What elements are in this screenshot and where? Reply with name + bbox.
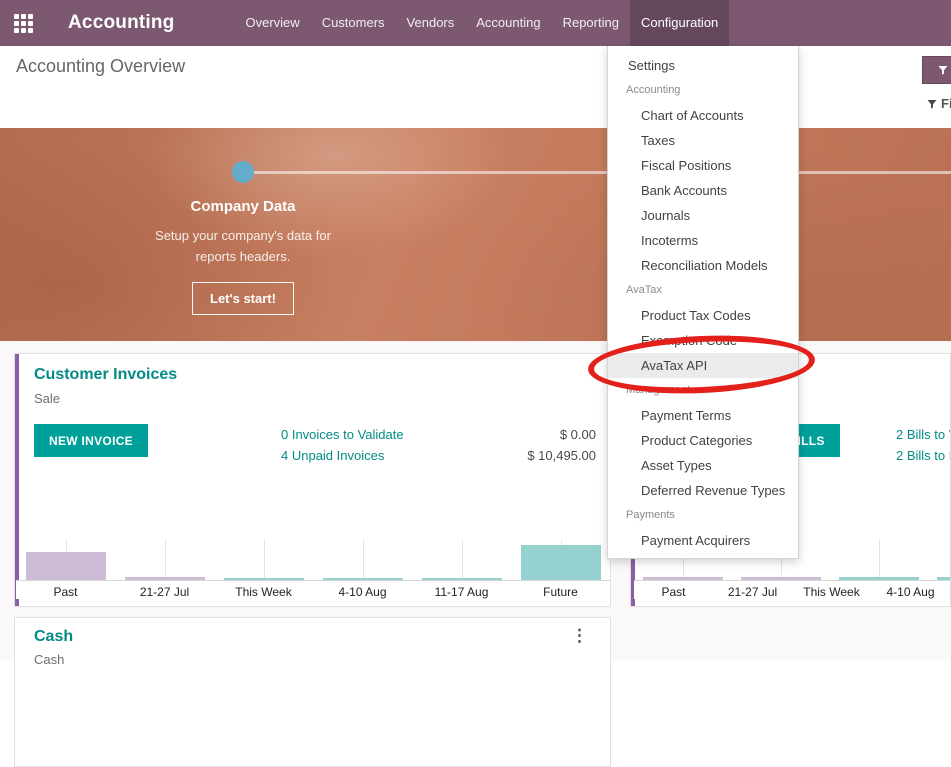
nav-item-customers[interactable]: Customers — [311, 0, 396, 46]
kpi-link[interactable]: 4 Unpaid Invoices — [281, 446, 384, 466]
filters-control[interactable]: Filters — [926, 96, 951, 111]
chart-axis-label: Past — [16, 585, 115, 599]
control-panel: Accounting Overview Filters — [0, 46, 951, 128]
chart-axis-label: This Week — [792, 585, 871, 599]
nav-item-reporting[interactable]: Reporting — [552, 0, 630, 46]
menu-item-product-categories[interactable]: Product Categories — [608, 428, 798, 453]
chart-bar-4-10-aug[interactable] — [323, 578, 403, 580]
chart-bar-past[interactable] — [26, 552, 106, 580]
page-title: Accounting Overview — [16, 56, 185, 77]
menu-item-deferred-revenue-types[interactable]: Deferred Revenue Types — [608, 478, 798, 503]
kpi-value: $ 0.00 — [560, 425, 596, 445]
menu-section-accounting: Accounting — [608, 78, 798, 103]
cash-subtitle: Cash — [34, 652, 64, 667]
chart-axis-label: 21-27 Jul — [115, 585, 214, 599]
chart-bar-4-10-aug[interactable] — [937, 577, 951, 580]
kpi-row: 0 Invoices to Validate $ 0.00 — [281, 425, 596, 445]
new-invoice-button[interactable]: NEW INVOICE — [34, 424, 148, 457]
menu-item-avatax-api[interactable]: AvaTax API — [608, 353, 798, 378]
step-title: Company Data — [103, 198, 383, 215]
kpi-row: 2 Bills to Pay — [896, 446, 951, 466]
menu-item-incoterms[interactable]: Incoterms — [608, 228, 798, 253]
apps-menu-button[interactable] — [0, 0, 46, 46]
customer-invoices-title[interactable]: Customer Invoices — [34, 366, 177, 384]
apps-grid-icon — [14, 14, 33, 33]
menu-section-management: Management — [608, 378, 798, 403]
app-title: Accounting — [68, 12, 175, 34]
menu-item-bank-accounts[interactable]: Bank Accounts — [608, 178, 798, 203]
lets-start-button[interactable]: Let's start! — [192, 282, 294, 315]
nav-item-overview[interactable]: Overview — [235, 0, 311, 46]
customer-invoices-chart: Past21-27 JulThis Week4-10 Aug11-17 AugF… — [16, 540, 610, 606]
menu-item-taxes[interactable]: Taxes — [608, 128, 798, 153]
customer-invoices-card: Customer Invoices Sale NEW INVOICE 0 Inv… — [14, 353, 611, 607]
chart-axis-label: Future — [511, 585, 610, 599]
chart-gridline — [462, 540, 463, 580]
vendor-bills-kpis: 2 Bills to Validate2 Bills to Pay — [896, 425, 951, 466]
nav-item-configuration[interactable]: Configuration — [630, 0, 729, 46]
menu-item-asset-types[interactable]: Asset Types — [608, 453, 798, 478]
menu-item-fiscal-positions[interactable]: Fiscal Positions — [608, 153, 798, 178]
chart-axis-label: Past — [634, 585, 713, 599]
onboarding-step-company-data: Company Data Setup your company's data f… — [103, 198, 383, 315]
menu-item-journals[interactable]: Journals — [608, 203, 798, 228]
customer-invoices-kpis: 0 Invoices to Validate$ 0.004 Unpaid Inv… — [281, 425, 596, 466]
menu-section-avatax: AvaTax — [608, 278, 798, 303]
chart-bar-21-27-jul[interactable] — [741, 577, 821, 580]
favorites-filter-button[interactable] — [922, 56, 951, 84]
kpi-link[interactable]: 2 Bills to Pay — [896, 446, 951, 466]
onboarding-banner: Company Data Setup your company's data f… — [0, 128, 951, 341]
chart-bar-past[interactable] — [643, 577, 723, 580]
card-kebab-menu-icon[interactable]: ⋮ — [571, 628, 588, 644]
configuration-dropdown-menu: SettingsAccountingChart of AccountsTaxes… — [607, 46, 799, 559]
nav-item-accounting[interactable]: Accounting — [465, 0, 551, 46]
nav-item-vendors[interactable]: Vendors — [396, 0, 466, 46]
top-nav-bar: Accounting OverviewCustomersVendorsAccou… — [0, 0, 951, 46]
chart-bar-this-week[interactable] — [224, 578, 304, 580]
chart-gridline — [264, 540, 265, 580]
kpi-row: 4 Unpaid Invoices $ 10,495.00 — [281, 446, 596, 466]
cash-title[interactable]: Cash — [34, 628, 73, 646]
menu-item-settings[interactable]: Settings — [608, 53, 798, 78]
filters-label: Filters — [941, 96, 951, 111]
kpi-link[interactable]: 2 Bills to Validate — [896, 425, 951, 445]
nav-menu: OverviewCustomersVendorsAccountingReport… — [235, 0, 730, 46]
kpi-row: 2 Bills to Validate — [896, 425, 951, 445]
menu-item-reconciliation-models[interactable]: Reconciliation Models — [608, 253, 798, 278]
kpi-link[interactable]: 0 Invoices to Validate — [281, 425, 404, 445]
cash-card: Cash Cash ⋮ — [14, 617, 611, 767]
step-description: Setup your company's data forreports hea… — [103, 225, 383, 267]
menu-item-payment-acquirers[interactable]: Payment Acquirers — [608, 528, 798, 553]
chart-gridline — [363, 540, 364, 580]
chart-axis-label: This Week — [214, 585, 313, 599]
kpi-value: $ 10,495.00 — [527, 446, 596, 466]
menu-section-payments: Payments — [608, 503, 798, 528]
chart-bar-future[interactable] — [521, 545, 601, 580]
onboarding-step-dot[interactable] — [232, 161, 254, 183]
menu-item-product-tax-codes[interactable]: Product Tax Codes — [608, 303, 798, 328]
chart-bar-11-17-aug[interactable] — [422, 578, 502, 580]
chart-gridline — [165, 540, 166, 580]
menu-item-payment-terms[interactable]: Payment Terms — [608, 403, 798, 428]
chart-axis-label: 11-17 Aug — [412, 585, 511, 599]
menu-item-chart-of-accounts[interactable]: Chart of Accounts — [608, 103, 798, 128]
chart-axis-label: 4-10 Aug — [871, 585, 950, 599]
chart-axis-label: 21-27 Jul — [713, 585, 792, 599]
customer-invoices-subtitle: Sale — [34, 391, 60, 406]
menu-item-exemption-code[interactable]: Exemption Code — [608, 328, 798, 353]
chart-axis-label: 4-10 Aug — [313, 585, 412, 599]
chart-gridline — [879, 540, 880, 580]
filter-icon — [937, 64, 949, 76]
chart-bar-21-27-jul[interactable] — [125, 577, 205, 580]
filter-icon — [926, 98, 938, 110]
onboarding-timeline — [246, 171, 951, 174]
chart-bar-this-week[interactable] — [839, 577, 919, 580]
